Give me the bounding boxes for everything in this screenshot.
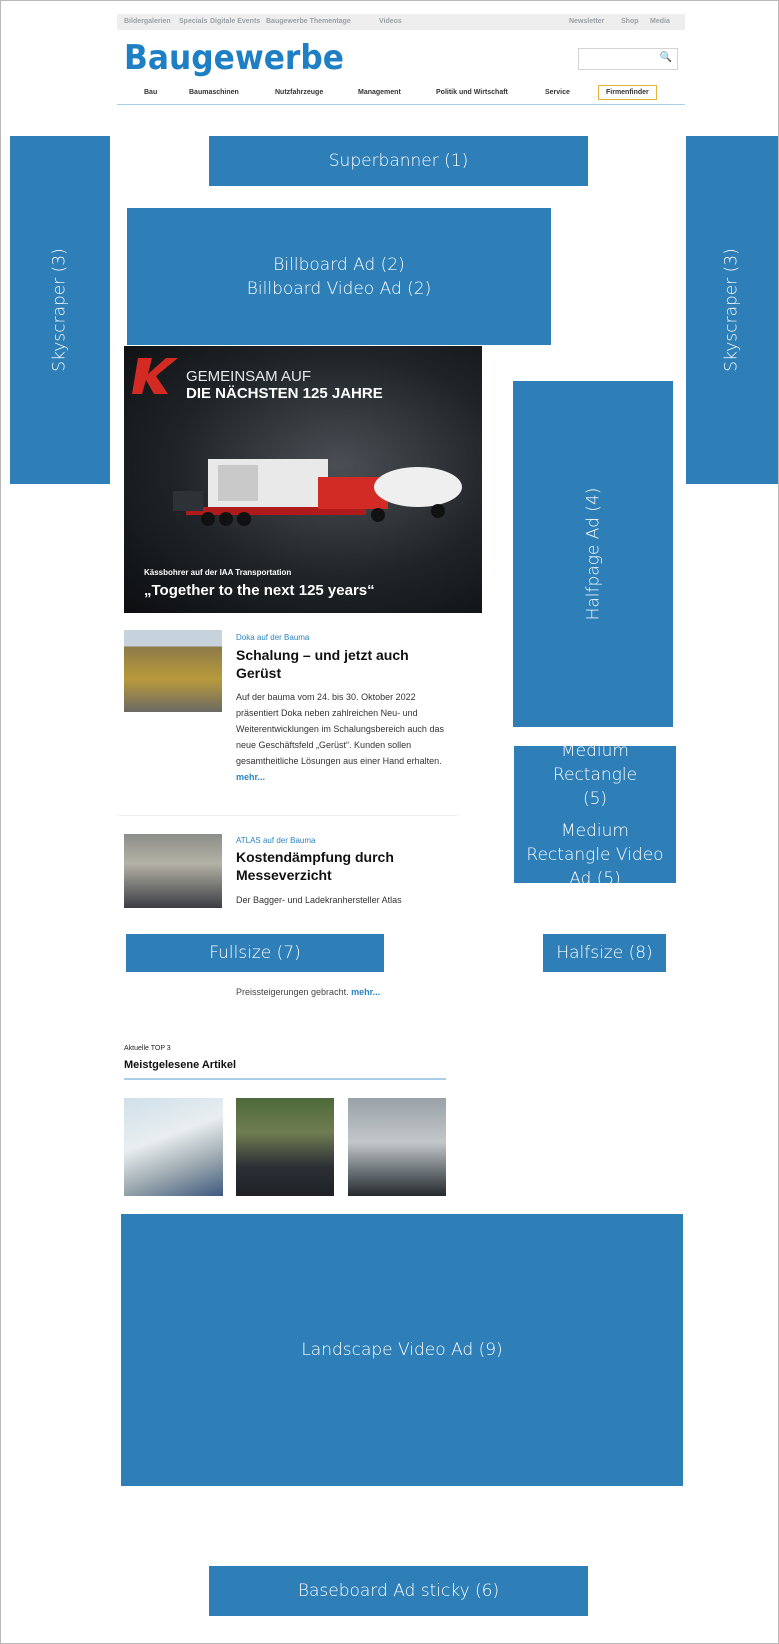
article-divider	[118, 815, 458, 816]
search-input[interactable]: 🔍	[578, 48, 678, 70]
baseboard-ad-sticky[interactable]: Baseboard Ad sticky (6)	[209, 1566, 588, 1616]
read-more-link[interactable]: mehr...	[236, 772, 265, 782]
kaessbohrer-logo-icon	[132, 358, 178, 394]
article-teaser-continued: Preissteigerungen gebracht. mehr...	[236, 986, 458, 1000]
top3-thumbnail-2[interactable]	[236, 1098, 334, 1196]
fullsize-ad[interactable]: Fullsize (7)	[126, 934, 384, 972]
article-teaser-tail: Preissteigerungen gebracht.	[236, 987, 349, 997]
top-nav-bildergalerien[interactable]: Bildergalerien	[124, 18, 171, 25]
nav-item-politik-wirtschaft[interactable]: Politik und Wirtschaft	[436, 89, 508, 96]
skyscraper-ad-right[interactable]: Skyscraper (3)	[686, 136, 778, 484]
article-title[interactable]: Schalung – und jetzt auch Gerüst	[236, 646, 436, 682]
top3-thumbnail-1[interactable]	[124, 1098, 223, 1196]
article-teaser: Der Bagger- und Ladekranhersteller Atlas	[236, 895, 402, 905]
article-thumbnail-atlas[interactable]	[124, 834, 222, 908]
top3-thumbnail-3[interactable]	[348, 1098, 446, 1196]
skyscraper-right-label: Skyscraper (3)	[722, 248, 742, 372]
hero-headline-2: DIE NÄCHSTEN 125 JAHRE	[186, 385, 383, 402]
nav-item-bau[interactable]: Bau	[144, 89, 157, 96]
halfpage-label: Halfpage Ad (4)	[582, 487, 603, 621]
billboard-ad[interactable]: Billboard Ad (2) Billboard Video Ad (2)	[127, 208, 551, 345]
halfsize-label: Halfsize (8)	[556, 943, 653, 963]
medium-rectangle-ad[interactable]: Medium Rectangle (5) Medium Rectangle Vi…	[514, 741, 676, 889]
nav-item-service[interactable]: Service	[545, 89, 570, 96]
billboard-video-label: Billboard Video Ad (2)	[246, 278, 432, 299]
firmenfinder-button[interactable]: Firmenfinder	[598, 85, 657, 100]
top-nav-videos[interactable]: Videos	[379, 18, 402, 25]
site-logo[interactable]: Baugewerbe	[124, 38, 344, 78]
halfsize-ad[interactable]: Halfsize (8)	[543, 934, 666, 972]
top-nav-thementage[interactable]: Baugewerbe Thementage	[266, 18, 351, 25]
landscape-video-label: Landscape Video Ad (9)	[301, 1340, 503, 1360]
medium-rectangle-video-label: Medium Rectangle Video Ad (5)	[526, 820, 664, 889]
top3-title: Meistgelesene Artikel	[124, 1059, 237, 1071]
truck-illustration-icon	[173, 459, 462, 526]
search-icon[interactable]: 🔍	[660, 52, 672, 63]
nav-item-nutzfahrzeuge[interactable]: Nutzfahrzeuge	[275, 89, 323, 96]
article-title[interactable]: Kostendämpfung durch Messeverzicht	[236, 848, 436, 884]
article-teaser: Auf der bauma vom 24. bis 30. Oktober 20…	[236, 689, 458, 785]
skyscraper-left-label: Skyscraper (3)	[50, 248, 70, 372]
halfpage-ad[interactable]: Halfpage Ad (4)	[513, 381, 673, 727]
skyscraper-ad-left[interactable]: Skyscraper (3)	[10, 136, 110, 484]
hero-caption-small: Kässbohrer auf der IAA Transportation	[144, 568, 292, 577]
billboard-label: Billboard Ad (2)	[273, 254, 405, 275]
superbanner-ad[interactable]: Superbanner (1)	[209, 136, 588, 186]
hero-headline-1: GEMEINSAM AUF	[186, 368, 312, 385]
hero-caption-large: „Together to the next 125 years“	[144, 582, 375, 599]
nav-item-baumaschinen[interactable]: Baumaschinen	[189, 89, 239, 96]
top3-underline	[124, 1078, 446, 1080]
top-nav-specials[interactable]: Specials	[179, 18, 207, 25]
top-nav-media[interactable]: Media	[650, 18, 670, 25]
fullsize-label: Fullsize (7)	[209, 943, 301, 963]
top-nav-digitale-events[interactable]: Digitale Events	[210, 18, 260, 25]
top-nav-newsletter[interactable]: Newsletter	[569, 18, 604, 25]
read-more-link[interactable]: mehr...	[351, 987, 380, 997]
article-kicker[interactable]: ATLAS auf der Bauma	[236, 836, 315, 845]
nav-item-management[interactable]: Management	[358, 89, 401, 96]
baseboard-label: Baseboard Ad sticky (6)	[297, 1581, 500, 1601]
article-kicker[interactable]: Doka auf der Bauma	[236, 633, 309, 642]
landscape-video-ad[interactable]: Landscape Video Ad (9)	[121, 1214, 683, 1486]
medium-rectangle-label: Medium Rectangle (5)	[552, 740, 638, 809]
superbanner-label: Superbanner (1)	[328, 151, 469, 171]
top-navigation-bar: Bildergalerien Specials Digitale Events …	[117, 14, 685, 30]
hero-image-kaessbohrer[interactable]: GEMEINSAM AUF DIE NÄCHSTEN 125 JAHRE Käs…	[124, 346, 482, 613]
top3-label: Aktuelle TOP 3	[124, 1045, 171, 1052]
main-navigation: Bau Baumaschinen Nutzfahrzeuge Managemen…	[117, 82, 685, 105]
top-nav-shop[interactable]: Shop	[621, 18, 639, 25]
article-thumbnail-doka[interactable]	[124, 630, 222, 712]
article-teaser-text: Auf der bauma vom 24. bis 30. Oktober 20…	[236, 692, 444, 766]
